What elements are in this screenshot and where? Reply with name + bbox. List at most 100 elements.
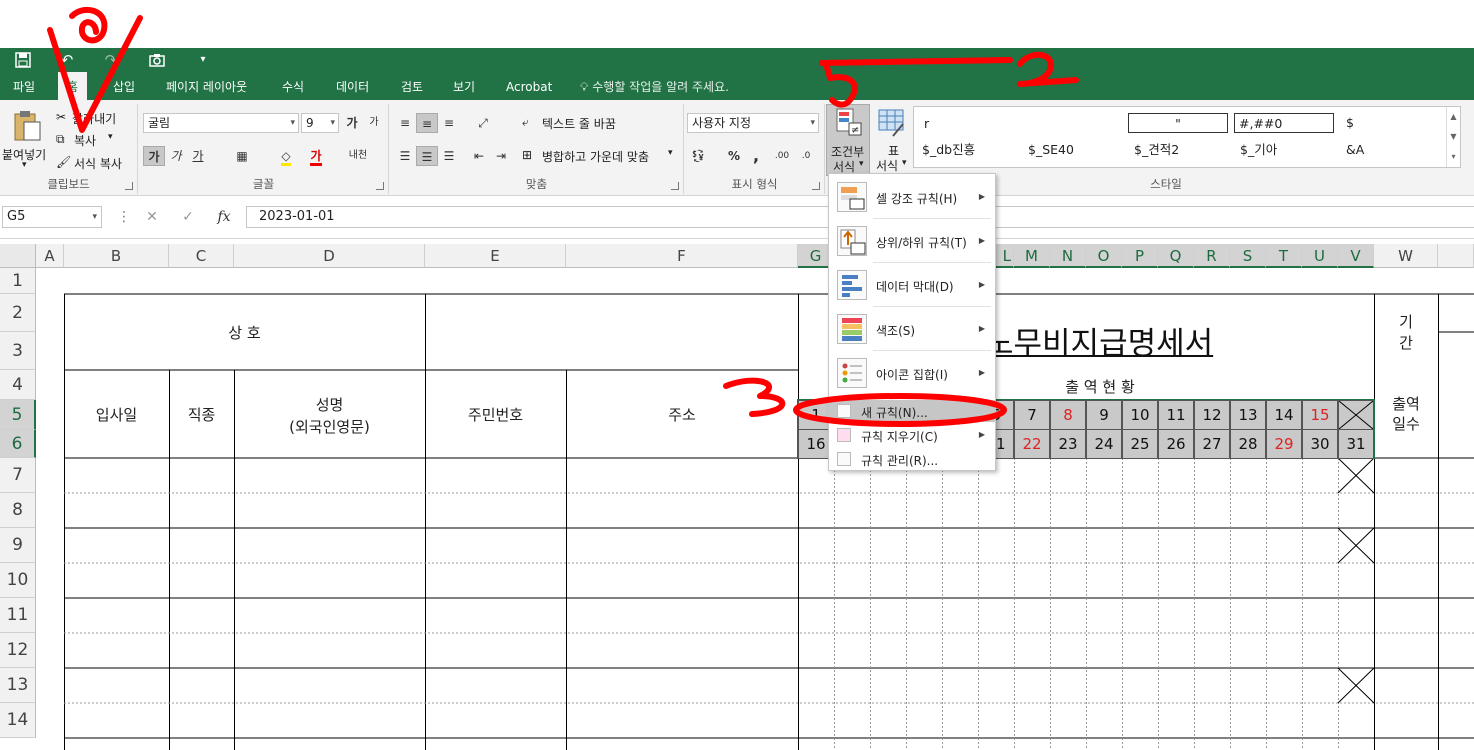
day-cell[interactable]: 25 (1122, 429, 1158, 459)
clipboard-launcher-icon[interactable] (125, 182, 133, 190)
redo-icon[interactable]: ↷ (100, 50, 122, 70)
decrease-decimal-button[interactable]: .0 (795, 146, 817, 166)
menu-item-manage-rules[interactable]: 규칙 관리(R)... (829, 448, 995, 470)
day-cell[interactable]: 28 (1230, 429, 1266, 459)
menu-item-top-bottom-rules[interactable]: 상위/하위 규칙(T) ▶ (829, 222, 995, 260)
merge-center-icon[interactable]: ⊞ (522, 148, 532, 162)
style-swatch[interactable]: r (924, 114, 929, 134)
tab-review[interactable]: 검토 (392, 72, 432, 100)
name-box[interactable]: G5 ▾ (2, 206, 102, 228)
menu-item-clear-rules[interactable]: 규칙 지우기(C) ▶ (829, 424, 995, 446)
shrink-font-button[interactable]: 가 (363, 113, 385, 133)
style-swatch[interactable]: &A (1346, 140, 1364, 160)
format-as-table-button[interactable]: 표 서식 ▾ (872, 104, 912, 176)
day-cell[interactable]: 15 (1302, 400, 1338, 430)
number-launcher-icon[interactable] (812, 182, 820, 190)
cancel-icon[interactable]: ✕ (138, 207, 166, 227)
percent-button[interactable]: % (723, 146, 745, 166)
increase-decimal-button[interactable]: .00 (771, 146, 793, 166)
tab-file[interactable]: 파일 (4, 72, 44, 100)
save-icon[interactable] (12, 50, 34, 70)
cut-icon[interactable]: ✂ (56, 110, 66, 124)
align-bottom-icon[interactable]: ≡ (438, 113, 460, 133)
menu-item-color-scales[interactable]: 색조(S) ▶ (829, 310, 995, 348)
italic-button[interactable]: 가 (165, 146, 187, 166)
day-cell-crossed[interactable] (1338, 400, 1374, 430)
align-top-icon[interactable]: ≡ (394, 113, 416, 133)
bold-button[interactable]: 가 (143, 146, 165, 166)
day-cell[interactable]: 23 (1050, 429, 1086, 459)
more-icon[interactable]: ▾ (1447, 147, 1460, 167)
day-cell[interactable]: 13 (1230, 400, 1266, 430)
cut-label[interactable]: 잘라내기 (72, 110, 116, 127)
merge-dropdown-icon[interactable]: ▾ (668, 148, 673, 158)
style-swatch[interactable]: $_견적2 (1134, 140, 1179, 160)
orientation-icon[interactable]: ⤢ (472, 113, 494, 133)
font-launcher-icon[interactable] (376, 182, 384, 190)
customize-qat-icon[interactable]: ▾ (192, 50, 214, 70)
day-cell[interactable]: 12 (1194, 400, 1230, 430)
day-cell[interactable]: 29 (1266, 429, 1302, 459)
enter-icon[interactable]: ✓ (174, 207, 202, 227)
wrap-text-label[interactable]: 텍스트 줄 바꿈 (542, 115, 616, 132)
undo-icon[interactable]: ↶ (56, 50, 78, 70)
align-center-icon[interactable]: ☰ (416, 146, 438, 166)
grow-font-button[interactable]: 가 (341, 113, 363, 133)
menu-item-data-bars[interactable]: 데이터 막대(D) ▶ (829, 266, 995, 304)
fill-color-icon[interactable]: ◇ (275, 146, 297, 166)
tab-view[interactable]: 보기 (444, 72, 484, 100)
style-swatch[interactable]: $_SE40 (1028, 140, 1074, 160)
tab-data[interactable]: 데이터 (327, 72, 378, 100)
day-cell[interactable]: 7 (1014, 400, 1050, 430)
day-cell[interactable]: 9 (1086, 400, 1122, 430)
font-size-combo[interactable]: 9 ▾ (301, 113, 339, 133)
wrap-text-icon[interactable]: ⤶ (522, 115, 529, 130)
tab-insert[interactable]: 삽입 (104, 72, 144, 100)
day-cell[interactable]: 31 (1338, 429, 1374, 459)
menu-item-new-rule[interactable]: 새 규칙(N)... (829, 400, 995, 422)
menu-item-highlight-cells-rules[interactable]: 셀 강조 규칙(H) ▶ (829, 178, 995, 216)
style-swatch[interactable]: $ (1346, 113, 1354, 133)
day-cell[interactable]: 26 (1158, 429, 1194, 459)
number-format-combo[interactable]: 사용자 지정 ▾ (687, 113, 819, 133)
phonetic-guide-button[interactable]: 내천 (347, 146, 369, 166)
gallery-scrollbar[interactable]: ▲ ▼ ▾ (1446, 107, 1460, 167)
align-middle-icon[interactable]: ≡ (416, 113, 438, 133)
menu-item-icon-sets[interactable]: 아이콘 집합(I) ▶ (829, 354, 995, 392)
accounting-format-icon[interactable]: 💱︎ (687, 146, 709, 166)
style-swatch[interactable]: #,##0 (1234, 113, 1334, 133)
day-cell[interactable]: 24 (1086, 429, 1122, 459)
day-cell[interactable]: 27 (1194, 429, 1230, 459)
format-painter-label[interactable]: 서식 복사 (74, 155, 122, 172)
alignment-launcher-icon[interactable] (671, 182, 679, 190)
tab-page-layout[interactable]: 페이지 레이아웃 (157, 72, 256, 100)
tab-acrobat[interactable]: Acrobat (497, 72, 561, 100)
align-left-icon[interactable]: ☰ (394, 146, 416, 166)
style-swatch[interactable]: $_db진흥 (922, 140, 975, 160)
camera-icon[interactable] (146, 50, 168, 70)
day-cell[interactable]: 11 (1158, 400, 1194, 430)
align-right-icon[interactable]: ☰ (438, 146, 460, 166)
copy-label[interactable]: 복사 (74, 132, 96, 149)
copy-dropdown-icon[interactable]: ▾ (108, 132, 113, 142)
borders-icon[interactable]: ▦ (231, 146, 253, 166)
font-color-button[interactable]: 가 (305, 146, 327, 166)
font-name-combo[interactable]: 굴림 ▾ (143, 113, 299, 133)
format-painter-icon[interactable]: 🖌︎ (56, 155, 71, 169)
tab-formulas[interactable]: 수식 (273, 72, 313, 100)
comma-button[interactable]: , (745, 146, 767, 166)
day-cell[interactable]: 22 (1014, 429, 1050, 459)
chevron-up-icon[interactable]: ▲ (1447, 107, 1460, 127)
tell-me-box[interactable]: 💡︎ 수행할 작업을 알려 주세요. (580, 72, 729, 100)
chevron-down-icon[interactable]: ▼ (1447, 127, 1460, 147)
style-swatch[interactable]: " (1128, 113, 1228, 133)
day-cell[interactable]: 8 (1050, 400, 1086, 430)
conditional-formatting-button[interactable]: ≠ 조건부 서식 ▾ (826, 104, 870, 176)
day-cell[interactable]: 10 (1122, 400, 1158, 430)
tab-home[interactable]: 홈 (58, 72, 88, 100)
day-cell[interactable]: 30 (1302, 429, 1338, 459)
paste-button[interactable]: 붙여넣기 ▾ (2, 108, 50, 172)
day-cell[interactable]: 14 (1266, 400, 1302, 430)
increase-indent-icon[interactable]: ⇥ (490, 146, 512, 166)
copy-icon[interactable]: ⧉ (56, 132, 65, 147)
